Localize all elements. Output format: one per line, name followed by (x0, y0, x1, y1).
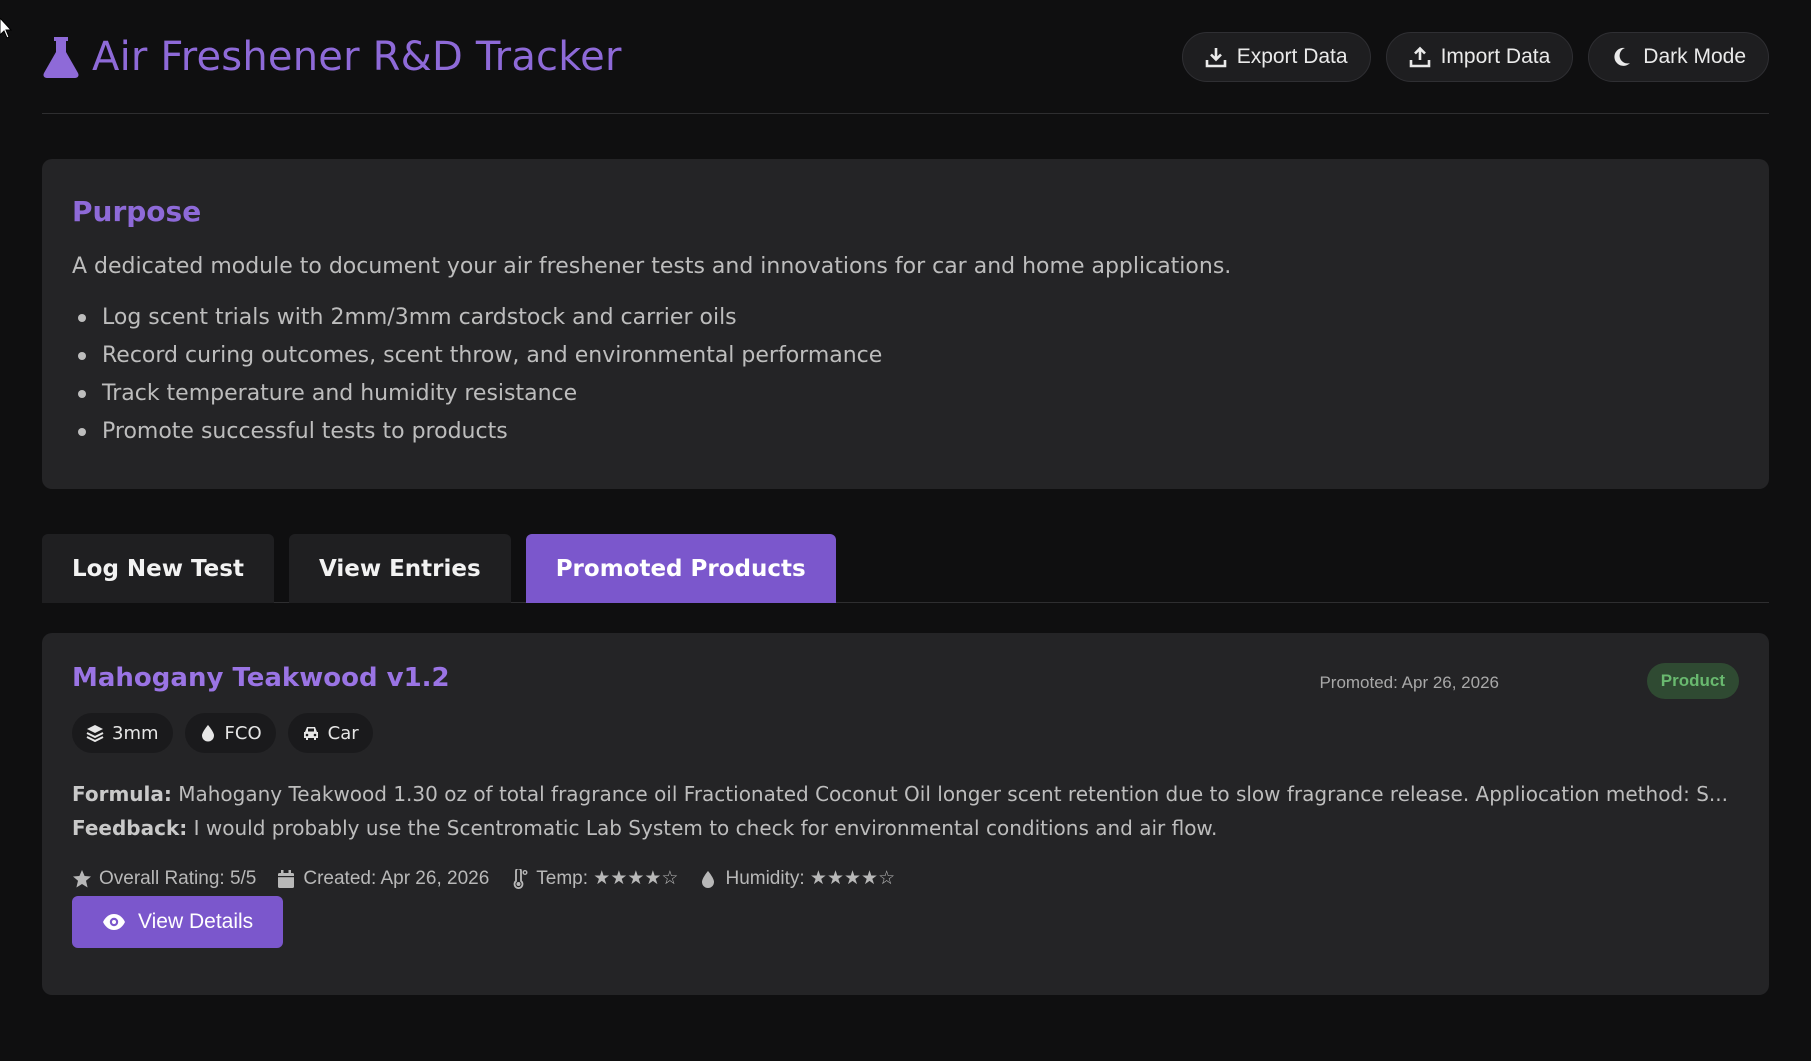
temp-text: Temp: ★★★★☆ (536, 868, 679, 889)
list-item: Promote successful tests to products (72, 413, 1739, 451)
page: Air Freshener R&D Tracker Export Data Im… (0, 0, 1811, 1061)
view-details-label: View Details (138, 910, 254, 933)
import-data-button[interactable]: Import Data (1385, 31, 1574, 82)
flask-icon (43, 36, 79, 78)
download-icon (1205, 47, 1226, 67)
humidity-text: Humidity: ★★★★☆ (725, 868, 896, 889)
brand: Air Freshener R&D Tracker (42, 34, 622, 80)
formula-line: Formula: Mahogany Teakwood 1.30 oz of to… (72, 777, 1739, 811)
export-data-button[interactable]: Export Data (1181, 31, 1371, 82)
mouse-cursor-icon (0, 18, 12, 39)
feedback-line: Feedback: I would probably use the Scent… (72, 811, 1739, 845)
export-data-label: Export Data (1236, 44, 1348, 68)
tab-bar: Log New Test View Entries Promoted Produ… (42, 534, 1769, 603)
view-details-button[interactable]: View Details (72, 896, 284, 948)
layers-icon (86, 725, 104, 742)
list-item: Track temperature and humidity resistanc… (72, 375, 1739, 413)
tag-thickness: 3mm (72, 713, 173, 753)
calendar-icon (278, 869, 295, 888)
upload-icon (1409, 46, 1430, 67)
product-meta: Overall Rating: 5/5 Created: Apr 26, 202… (72, 867, 1739, 890)
product-card: Mahogany Teakwood v1.2 Promoted: Apr 26,… (42, 633, 1769, 995)
feedback-label: Feedback: (72, 816, 188, 840)
tab-promoted-products[interactable]: Promoted Products (525, 534, 836, 603)
list-item: Log scent trials with 2mm/3mm cardstock … (72, 299, 1739, 337)
rating-text: Overall Rating: 5/5 (99, 867, 257, 889)
formula-label: Formula: (72, 782, 172, 806)
temp-rating: Temp: ★★★★☆ (509, 867, 678, 890)
import-data-label: Import Data (1440, 44, 1551, 68)
thermometer-icon (513, 868, 528, 889)
created-date: Created: Apr 26, 2026 (276, 868, 489, 890)
tag-thickness-label: 3mm (112, 722, 159, 744)
created-text: Created: Apr 26, 2026 (303, 867, 490, 889)
purpose-description: A dedicated module to document your air … (72, 254, 1232, 279)
dark-mode-toggle[interactable]: Dark Mode (1588, 31, 1769, 82)
app-title: Air Freshener R&D Tracker (92, 33, 622, 80)
promoted-date: Promoted: Apr 26, 2026 (1319, 673, 1499, 692)
app-header: Air Freshener R&D Tracker Export Data Im… (42, 0, 1769, 114)
tab-log-new-test[interactable]: Log New Test (42, 534, 274, 603)
tag-oil: FCO (184, 713, 276, 753)
rating: Overall Rating: 5/5 (72, 868, 256, 890)
header-actions: Export Data Import Data Dark Mode (1181, 31, 1769, 82)
eye-icon (103, 914, 125, 930)
moon-icon (1614, 47, 1631, 66)
humidity-rating: Humidity: ★★★★☆ (698, 867, 895, 890)
list-item: Record curing outcomes, scent throw, and… (72, 337, 1739, 375)
feedback-text: I would probably use the Scentromatic La… (187, 816, 1218, 840)
droplet-icon (201, 725, 214, 742)
star-icon (73, 869, 91, 887)
status-badge: Product (1646, 663, 1739, 699)
car-icon (303, 727, 318, 740)
product-tags: 3mm FCO Car (72, 713, 1739, 753)
tag-application-label: Car (327, 722, 359, 744)
formula-text: Mahogany Teakwood 1.30 oz of total fragr… (171, 782, 1728, 806)
dark-mode-label: Dark Mode (1643, 44, 1746, 68)
tag-application: Car (287, 713, 373, 753)
purpose-heading: Purpose (72, 195, 202, 228)
tab-view-entries[interactable]: View Entries (288, 534, 511, 603)
droplet-icon (702, 870, 715, 888)
purpose-card: Purpose A dedicated module to document y… (42, 159, 1769, 489)
tag-oil-label: FCO (224, 722, 262, 744)
purpose-list: Log scent trials with 2mm/3mm cardstock … (72, 299, 1739, 451)
